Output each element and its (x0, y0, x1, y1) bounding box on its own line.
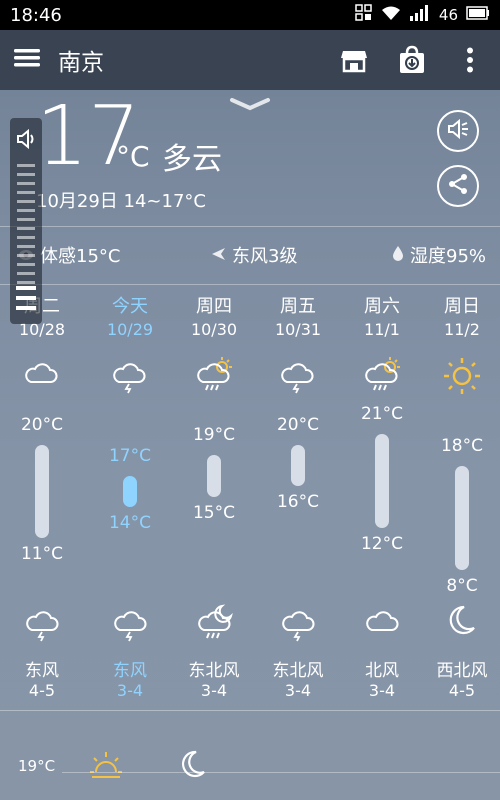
cloud-rain-icon (23, 604, 61, 646)
forecast-low-temp: 12°C (360, 534, 403, 554)
cast-icon (355, 4, 373, 26)
temperature-unit: °C (116, 140, 150, 173)
forecast-wind-direction: 东风 (25, 661, 59, 681)
sun-icon (88, 748, 124, 788)
moon-cloud-rain-icon (195, 604, 235, 646)
feels-like-text: 体感15°C (40, 246, 121, 267)
forecast-day-date: 11/2 (444, 320, 480, 339)
date-range: 10月29日 14~17°C (36, 191, 206, 212)
app-bar: 南京 (0, 30, 500, 90)
forecast-wind-level: 3-4 (368, 681, 396, 700)
wind-text: 东风3级 (232, 246, 298, 267)
pull-down-handle-icon[interactable] (228, 96, 272, 112)
forecast-high-temp: 21°C (360, 404, 403, 425)
forecast-day-date: 10/30 (190, 320, 238, 339)
forecast-day-3[interactable]: 周五 10/31 (256, 292, 340, 340)
droplet-icon (392, 245, 404, 266)
divider (0, 710, 500, 711)
speaker-icon (447, 118, 469, 143)
status-time: 18:46 (10, 4, 62, 26)
forecast-wind-direction: 东北风 (272, 661, 324, 681)
forecast-day-4[interactable]: 周六 11/1 (340, 292, 424, 340)
forecast-high-temp: 20°C (20, 414, 63, 435)
moon-icon (443, 604, 477, 642)
forecast-low-temp: 14°C (108, 513, 151, 534)
cloud-rain-icon (279, 604, 317, 646)
forecast-wind-level: 4-5 (448, 681, 476, 700)
forecast-wind-level: 3-4 (116, 681, 144, 700)
forecast-temp-range-bar (35, 444, 49, 539)
humidity-info: 湿度95% (392, 242, 486, 268)
cloud-icon (363, 604, 401, 646)
forecast-wind-level: 4-5 (28, 681, 56, 700)
forecast-day-1[interactable]: 今天 10/29 (88, 292, 172, 340)
cloud-rain-icon (110, 356, 148, 398)
sun-cloud-rain-icon (194, 356, 234, 398)
forecast-low-temp: 15°C (192, 502, 235, 523)
forecast-wind-level: 3-4 (284, 681, 312, 700)
forecast-high-temp: 20°C (276, 414, 319, 435)
volume-handle-icon[interactable] (16, 284, 36, 316)
forecast-temp-range-bar (291, 444, 305, 487)
share-button[interactable] (437, 165, 479, 207)
forecast-day-name: 周五 (280, 296, 316, 317)
forecast-day-name: 今天 (112, 296, 148, 317)
forecast-temp-range-bar (123, 476, 137, 508)
cloud-rain-icon (278, 356, 316, 398)
volume-panel[interactable] (10, 118, 42, 324)
battery-icon (466, 6, 490, 24)
hourly-temperature: 19°C (18, 757, 56, 775)
forecast-high-temp: 17°C (108, 446, 151, 466)
network-label: 46 (438, 6, 458, 24)
forecast-day-date: 10/31 (274, 320, 322, 339)
signal-icon (409, 5, 431, 25)
forecast-temp-range-bar (375, 434, 389, 528)
share-icon (447, 173, 469, 199)
volume-icon[interactable] (16, 128, 38, 154)
forecast-wind-direction: 西北风 (436, 661, 488, 681)
sun-icon (442, 356, 482, 400)
moon-icon (176, 748, 208, 784)
weather-description: 多云 (162, 142, 222, 177)
more-options-icon[interactable] (454, 44, 486, 76)
forecast-day-5[interactable]: 周日 11/2 (420, 292, 500, 340)
forecast-day-name: 周六 (364, 296, 400, 317)
forecast-low-temp: 8°C (446, 575, 478, 596)
forecast-day-date: 11/1 (364, 320, 400, 339)
divider (0, 284, 500, 285)
speaker-button[interactable] (437, 110, 479, 152)
cloud-rain-icon (111, 604, 149, 646)
wind-direction-icon (210, 245, 226, 266)
forecast-high-temp: 18°C (440, 435, 483, 456)
forecast-day-name: 周日 (444, 296, 480, 317)
forecast-high-temp: 19°C (192, 425, 235, 446)
forecast-wind-direction: 北风 (365, 661, 399, 681)
city-name[interactable]: 南京 (58, 43, 312, 77)
wind-info: 东风3级 (210, 242, 297, 268)
volume-level-bars[interactable] (17, 164, 35, 290)
forecast-day-2[interactable]: 周四 10/30 (172, 292, 256, 340)
forecast-temp-range-bar (207, 455, 221, 497)
forecast-day-name: 周四 (196, 296, 232, 317)
sun-cloud-rain-icon (362, 356, 402, 398)
store-icon[interactable] (338, 44, 370, 76)
status-icons: 46 (355, 4, 490, 26)
download-bag-icon[interactable] (396, 44, 428, 76)
menu-icon[interactable] (14, 47, 40, 73)
forecast-temp-range-bar (455, 465, 469, 570)
forecast-low-temp: 11°C (20, 544, 63, 565)
forecast-wind-direction: 东北风 (188, 661, 240, 681)
wifi-icon (381, 5, 401, 25)
forecast-day-date: 10/29 (106, 320, 154, 339)
forecast-wind-direction: 东风 (113, 661, 147, 681)
forecast-low-temp: 16°C (276, 492, 319, 513)
status-bar: 18:46 46 (0, 0, 500, 30)
forecast-wind-level: 3-4 (200, 681, 228, 700)
hourly-chart-line (62, 772, 500, 773)
humidity-text: 湿度95% (410, 246, 487, 267)
divider (0, 226, 500, 227)
cloud-icon (22, 356, 60, 398)
